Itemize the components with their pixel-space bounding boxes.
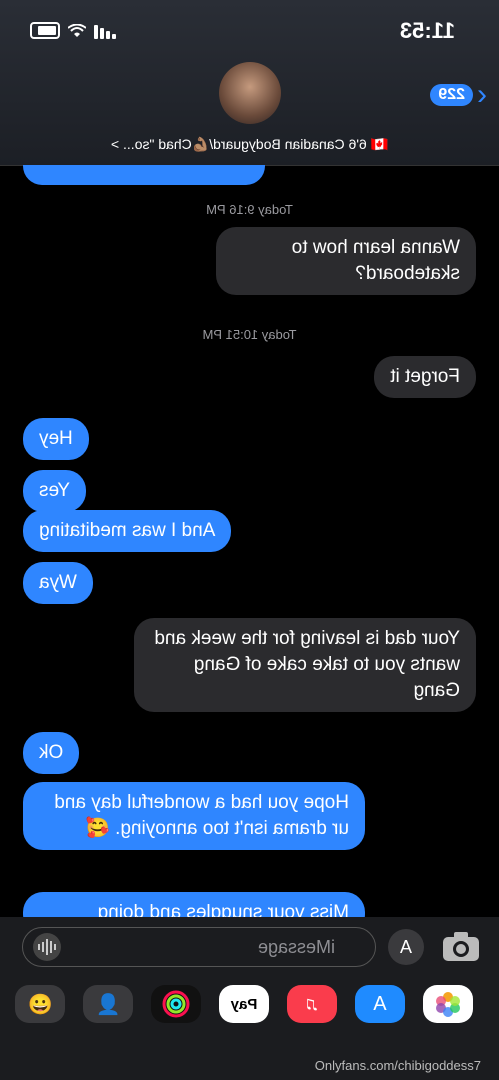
compose-bar: A iMessage <box>0 917 499 977</box>
app-store-icon: A <box>400 936 413 957</box>
chevron-left-icon: ‹ <box>477 78 487 111</box>
conversation-header: 11:53 ‹ 229 🇨🇦 6'6 Canadian Bodyguard/💪🏽… <box>0 0 499 166</box>
status-icons <box>30 22 116 39</box>
contact-avatar[interactable] <box>219 62 281 124</box>
message-thread[interactable]: Today 9:16 PM Wanna learn how to skatebo… <box>0 165 499 917</box>
sent-message[interactable]: Wya <box>23 562 93 604</box>
wifi-icon <box>68 23 86 37</box>
received-message[interactable]: Forget it <box>374 356 476 398</box>
photos-app-icon[interactable] <box>423 985 473 1023</box>
received-message[interactable]: Wanna learn how to skateboard? <box>216 227 476 295</box>
sent-message[interactable]: Miss your snuggles and doing <box>23 892 365 917</box>
sent-message[interactable]: Hope you had a wonderful day and ur dram… <box>23 782 365 850</box>
back-button[interactable]: ‹ 229 <box>430 78 487 111</box>
music-app-icon[interactable]: ♫ <box>287 985 337 1023</box>
animoji-app-icon[interactable]: 😀 <box>15 985 65 1023</box>
camera-icon[interactable] <box>441 929 481 963</box>
received-message[interactable]: Your dad is leaving for the week and wan… <box>134 618 476 712</box>
sent-message[interactable]: Yes <box>23 470 86 512</box>
memoji-app-icon[interactable]: 👤 <box>83 985 133 1023</box>
message-input-placeholder: iMessage <box>257 937 335 957</box>
activity-app-icon[interactable] <box>151 985 201 1023</box>
sent-message[interactable]: And I was meditating <box>23 510 232 552</box>
messages-screen: 11:53 ‹ 229 🇨🇦 6'6 Canadian Bodyguard/💪🏽… <box>0 0 499 1080</box>
status-time: 11:53 <box>399 18 455 43</box>
app-store-app-icon[interactable]: A <box>355 985 405 1023</box>
app-drawer: A ♫ Pay 👤 😀 <box>0 977 499 1037</box>
battery-icon <box>30 22 60 39</box>
watermark: Onlyfans.com/chibigoddess7 <box>314 1058 481 1073</box>
timestamp: Today 10:51 PM <box>202 327 297 342</box>
cellular-signal-icon <box>94 23 116 39</box>
sent-message[interactable]: Hey <box>23 418 89 460</box>
contact-name[interactable]: 🇨🇦 6'6 Canadian Bodyguard/💪🏽Chad "so... … <box>0 136 499 153</box>
timestamp: Today 9:16 PM <box>206 202 293 217</box>
status-bar: 11:53 <box>0 18 499 44</box>
sent-message[interactable]: Ok <box>23 732 80 774</box>
unread-count-badge: 229 <box>430 84 473 106</box>
message-input[interactable]: iMessage <box>22 927 376 967</box>
previous-message-bubble[interactable] <box>23 165 265 185</box>
apple-pay-icon[interactable]: Pay <box>219 985 269 1023</box>
app-store-button[interactable]: A <box>388 929 424 965</box>
audio-message-icon[interactable] <box>33 933 61 961</box>
